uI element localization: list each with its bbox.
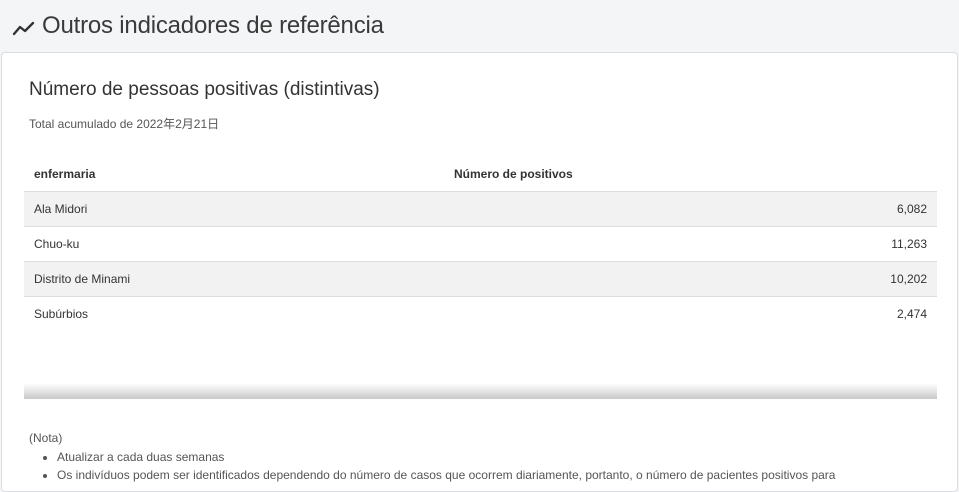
positives-cell: 2,474 xyxy=(896,307,927,321)
table-row: Ala Midori 6,082 xyxy=(24,191,937,227)
note-item: Atualizar a cada duas semanas xyxy=(57,448,929,466)
page-header: Outros indicadores de referência xyxy=(0,0,959,52)
ward-cell: Chuo-ku xyxy=(24,226,444,262)
table-row: Chuo-ku 11,263 xyxy=(24,226,937,262)
ward-cell: Distrito de Minami xyxy=(24,261,444,297)
column-header-positives[interactable]: Número de positivos xyxy=(444,157,937,192)
positives-table: enfermaria Número de positivos Ala Midor… xyxy=(24,157,937,331)
card-title: Número de pessoas positivas (distintivas… xyxy=(29,79,380,100)
page-title: Outros indicadores de referência xyxy=(42,12,384,39)
column-header-ward[interactable]: enfermaria xyxy=(24,157,444,192)
notes-section: (Nota) Atualizar a cada duas semanas Os … xyxy=(29,431,929,484)
ward-cell: Ala Midori xyxy=(24,191,444,227)
positives-card: Número de pessoas positivas (distintivas… xyxy=(1,52,958,492)
positives-cell: 10,202 xyxy=(444,261,937,297)
trending-line-icon xyxy=(12,18,36,38)
table-scroll-shadow xyxy=(24,383,937,399)
notes-list: Atualizar a cada duas semanas Os indivíd… xyxy=(29,448,929,484)
table-header-row: enfermaria Número de positivos xyxy=(24,157,937,192)
positives-cell: 11,263 xyxy=(444,226,937,262)
positives-cell: 6,082 xyxy=(444,191,937,227)
notes-label: (Nota) xyxy=(29,431,63,445)
table-row: Subúrbios 2,474 xyxy=(24,297,937,332)
table-row: Distrito de Minami 10,202 xyxy=(24,261,937,297)
ward-cell: Subúrbios xyxy=(34,307,89,321)
note-item: Os indivíduos podem ser identificados de… xyxy=(57,466,929,484)
card-subtitle: Total acumulado de 2022年2月21日 xyxy=(29,117,220,131)
